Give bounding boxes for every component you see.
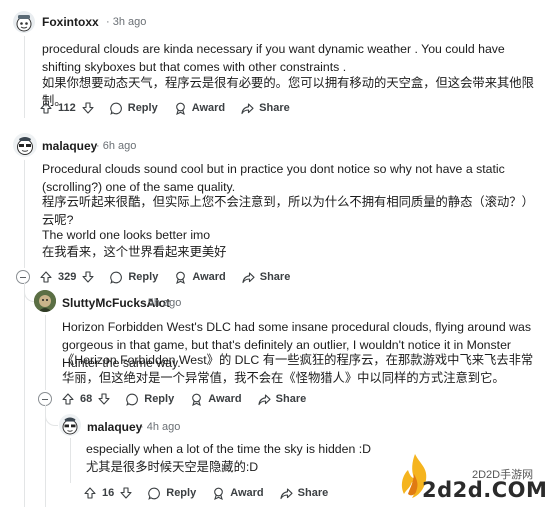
thread-line[interactable] xyxy=(45,315,46,390)
share-label: Share xyxy=(297,487,329,499)
thread-line[interactable] xyxy=(24,36,25,118)
vote-group: 16 xyxy=(84,487,132,499)
downvote-icon[interactable] xyxy=(82,102,94,114)
comment-time[interactable]: 6h ago xyxy=(103,140,137,152)
avatar[interactable] xyxy=(34,290,56,312)
reply-label: Reply xyxy=(128,271,159,283)
separator: · xyxy=(106,16,110,28)
share-button[interactable]: Share xyxy=(242,271,291,284)
upvote-icon[interactable] xyxy=(40,102,52,114)
upvote-icon[interactable] xyxy=(62,393,74,405)
award-label: Award xyxy=(230,487,264,499)
award-label: Award xyxy=(192,271,226,283)
upvote-icon[interactable] xyxy=(40,271,52,283)
share-icon xyxy=(241,102,254,114)
comment-text: especially when a lot of the time the sk… xyxy=(86,442,372,456)
reply-label: Reply xyxy=(166,487,197,499)
collapse-thread-button[interactable] xyxy=(16,270,30,284)
avatar[interactable] xyxy=(59,414,81,436)
watermark: 2D2D手游网 2d2d.COM xyxy=(398,452,548,504)
avatar[interactable] xyxy=(13,133,37,157)
vote-count: 68 xyxy=(80,393,93,405)
vote-count: 112 xyxy=(58,102,76,114)
downvote-icon[interactable] xyxy=(98,393,110,405)
share-label: Share xyxy=(259,102,290,114)
avatar[interactable] xyxy=(13,11,35,33)
thread-line[interactable] xyxy=(24,283,25,507)
snoo-avatar-icon xyxy=(34,290,56,312)
comment-text-translation: 在我看来，这个世界看起来更美好 xyxy=(42,245,227,259)
award-button[interactable]: Award xyxy=(174,271,226,284)
snoo-avatar-icon xyxy=(62,417,78,435)
comment-time[interactable]: 4h ago xyxy=(147,421,181,433)
award-icon xyxy=(214,487,224,500)
comment-text: The world one looks better imo xyxy=(42,228,211,242)
comment-time[interactable]: 3h ago xyxy=(113,16,147,28)
share-icon xyxy=(280,487,293,499)
reply-button[interactable]: Reply xyxy=(109,102,158,115)
snoo-avatar-icon xyxy=(16,15,32,32)
comment-time[interactable]: 5h ago xyxy=(148,297,182,309)
separator: · xyxy=(140,421,144,433)
share-icon xyxy=(242,271,255,283)
award-button[interactable]: Award xyxy=(174,102,225,115)
share-label: Share xyxy=(259,271,291,283)
comment-text-translation: 尤其是很多时候天空是隐藏的:D xyxy=(86,460,259,474)
comment-meta: · 5h ago xyxy=(141,297,181,309)
share-icon xyxy=(258,393,271,405)
comment-actions: 68 Reply Award Share xyxy=(62,389,322,409)
comment-text-translation: 程序云听起来很酷，但实际上您不会注意到，所以为什么不拥有相同质量的静态（滚动？）… xyxy=(42,195,534,227)
comment-bubble-icon xyxy=(126,393,139,406)
share-button[interactable]: Share xyxy=(241,102,290,115)
comment-author[interactable]: malaquey xyxy=(42,139,97,153)
comment-bubble-icon xyxy=(110,271,123,284)
comment-meta: · 6h ago xyxy=(96,140,136,152)
thread-line[interactable] xyxy=(70,438,71,483)
reply-button[interactable]: Reply xyxy=(126,393,174,406)
comment-text: procedural clouds are kinda necessary if… xyxy=(42,42,505,74)
share-button[interactable]: Share xyxy=(280,487,329,500)
comment-bubble-icon xyxy=(109,102,122,115)
snoo-avatar-icon xyxy=(17,137,33,155)
award-icon xyxy=(176,271,186,284)
comment-bubble-icon xyxy=(148,487,161,500)
vote-group: 112 xyxy=(40,102,94,114)
award-button[interactable]: Award xyxy=(190,393,242,406)
share-label: Share xyxy=(275,393,307,405)
comment-author[interactable]: Foxintoxx xyxy=(42,15,99,29)
downvote-icon[interactable] xyxy=(120,487,132,499)
reply-button[interactable]: Reply xyxy=(110,271,158,284)
comment-text: Procedural clouds sound cool but in prac… xyxy=(42,162,505,194)
downvote-icon[interactable] xyxy=(82,271,94,283)
award-icon xyxy=(175,102,185,115)
separator: · xyxy=(141,297,145,309)
separator: · xyxy=(96,140,100,152)
upvote-icon[interactable] xyxy=(84,487,96,499)
comment-author[interactable]: malaquey xyxy=(87,420,142,434)
thread-connector xyxy=(45,405,58,426)
reply-button[interactable]: Reply xyxy=(148,487,196,500)
award-icon xyxy=(192,393,202,406)
award-button[interactable]: Award xyxy=(212,487,264,500)
comment-actions: 112 Reply Award Share xyxy=(40,98,306,118)
vote-count: 16 xyxy=(102,487,115,499)
comment-meta: · 4h ago xyxy=(140,421,180,433)
award-label: Award xyxy=(191,102,226,114)
award-label: Award xyxy=(208,393,242,405)
share-button[interactable]: Share xyxy=(258,393,307,406)
comment-text-translation: 《Horizon Forbidden West》的 DLC 有一些疯狂的程序云，… xyxy=(62,353,534,385)
reply-label: Reply xyxy=(127,102,158,114)
comment-meta: · 3h ago xyxy=(106,16,146,28)
watermark-domain: 2d2d.COM xyxy=(422,478,548,502)
vote-group: 68 xyxy=(62,393,110,405)
comment-actions: 329 Reply Award Share xyxy=(40,267,306,287)
reply-label: Reply xyxy=(144,393,175,405)
vote-count: 329 xyxy=(58,271,77,283)
thread-line[interactable] xyxy=(24,160,25,268)
comment-actions: 16 Reply Award Share xyxy=(84,483,344,503)
collapse-thread-button[interactable] xyxy=(38,392,52,406)
vote-group: 329 xyxy=(40,271,94,283)
